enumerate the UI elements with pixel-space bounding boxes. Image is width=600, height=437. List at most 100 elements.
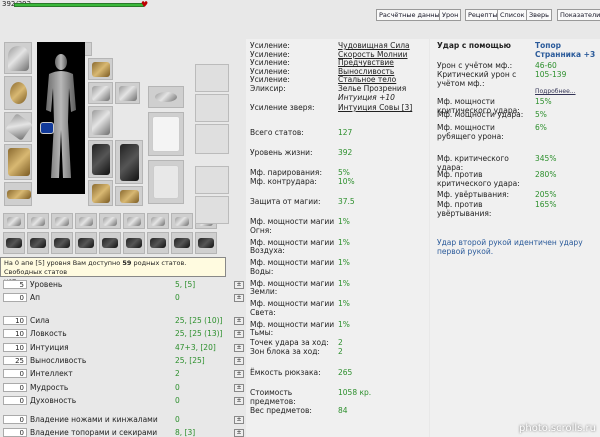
- stat-value: 5, [5]: [175, 280, 196, 289]
- rune-slot-3[interactable]: [75, 213, 97, 229]
- rune-slot-0[interactable]: [3, 213, 25, 229]
- plus-minus-button[interactable]: ±: [234, 383, 244, 392]
- weapon-slot[interactable]: [4, 112, 33, 142]
- magic-element-label: Воды:: [250, 266, 274, 276]
- pocket-slot-3[interactable]: [75, 232, 97, 254]
- more-link[interactable]: Подробнее...: [535, 87, 576, 96]
- rune-slot-7[interactable]: [171, 213, 193, 229]
- magic-element-label: Тьмы:: [250, 328, 274, 337]
- stat-value: 8, [3]: [175, 428, 196, 437]
- rune-slot-6[interactable]: [147, 213, 169, 229]
- pocket-icon: [30, 238, 46, 248]
- block-value: 2: [338, 347, 343, 356]
- rune-slot-5[interactable]: [123, 213, 145, 229]
- pocket-slot-7[interactable]: [171, 232, 193, 254]
- hit-points-value: 2: [338, 338, 343, 347]
- rune-icon: [79, 217, 93, 226]
- offhand-slot[interactable]: [88, 106, 113, 138]
- necklace-slot[interactable]: [4, 76, 32, 110]
- magic-element-label: Воздуха:: [250, 246, 285, 255]
- stat-input[interactable]: 0: [3, 428, 27, 437]
- beast-claw-icon[interactable]: [195, 124, 229, 154]
- pocket-slot-2[interactable]: [51, 232, 73, 254]
- rune-icon: [127, 217, 141, 226]
- pocket-slot-1[interactable]: [27, 232, 49, 254]
- bracelet-slot[interactable]: [148, 86, 184, 108]
- magic-power-value: 1%: [338, 319, 350, 329]
- pocket-icon: [150, 238, 166, 248]
- pocket-slot-0[interactable]: [3, 232, 25, 254]
- mf2-value: 345%: [535, 154, 557, 163]
- plus-minus-button[interactable]: ±: [234, 396, 244, 405]
- stat-input[interactable]: 10: [3, 329, 27, 339]
- ring-icon: [119, 86, 137, 101]
- gloves-slot[interactable]: [88, 58, 113, 80]
- rune-icon: [55, 217, 69, 226]
- pocket-slot-4[interactable]: [99, 232, 121, 254]
- beast-figure-icon[interactable]: [195, 94, 229, 122]
- boots-slot[interactable]: [88, 180, 113, 206]
- stat-input[interactable]: 25: [3, 355, 27, 365]
- tab-t4[interactable]: Список: [497, 9, 528, 21]
- belt-slot[interactable]: [4, 182, 32, 206]
- stat-value: 25, [25 (13)]: [175, 329, 223, 339]
- tab-t1[interactable]: Расчётные данные: [376, 9, 447, 21]
- helmet-slot[interactable]: [4, 42, 32, 74]
- stat-input[interactable]: 0: [3, 415, 27, 424]
- stat-label: Мудрость: [30, 382, 69, 392]
- bracer-slot[interactable]: [88, 82, 113, 104]
- stat-label: Уровень: [30, 280, 63, 289]
- stat-input[interactable]: 10: [3, 342, 27, 352]
- attack-heading: Удар с помощью: [437, 41, 511, 50]
- figure-icon-1[interactable]: [195, 166, 229, 194]
- shirt-slot[interactable]: [148, 112, 184, 156]
- plus-minus-button[interactable]: ±: [234, 343, 244, 352]
- damage-value: 46-60: [535, 61, 557, 70]
- tab-t3[interactable]: Рецепты: [465, 9, 501, 21]
- hp-bar: [14, 3, 144, 7]
- life-value: 392: [338, 148, 353, 157]
- plus-minus-button[interactable]: ±: [234, 370, 244, 379]
- plus-minus-button[interactable]: ±: [234, 317, 244, 325]
- plus-minus-button[interactable]: ±: [234, 416, 244, 424]
- rune-slot-4[interactable]: [99, 213, 121, 229]
- stat-row: 25 Выносливость 25, [25] ±: [0, 355, 245, 366]
- tab-t6[interactable]: Показатели: [557, 9, 600, 21]
- stat-input[interactable]: 0: [3, 395, 27, 405]
- pocket-slot-6[interactable]: [147, 232, 169, 254]
- mf2-label-1: Мф. увёртывания:: [437, 190, 510, 199]
- plus-minus-button[interactable]: ±: [234, 294, 244, 302]
- elixir-effect: Интуиция +10: [338, 92, 395, 102]
- stat-input[interactable]: 10: [3, 316, 27, 325]
- stat-label: Владение топорами и секирами: [30, 428, 158, 437]
- glove-slot-2[interactable]: [148, 160, 184, 204]
- rune-slot-2[interactable]: [51, 213, 73, 229]
- stat-input[interactable]: 0: [3, 293, 27, 302]
- block-label: Зон блока за ход:: [250, 347, 320, 356]
- pocket-slot-5[interactable]: [123, 232, 145, 254]
- rune-slot-1[interactable]: [27, 213, 49, 229]
- armor-slot[interactable]: [4, 144, 32, 180]
- stat-row: 10 Ловкость 25, [25 (13)] ±: [0, 328, 245, 339]
- stat-row: 0 Интеллект 2 ±: [0, 368, 245, 379]
- stat-input[interactable]: 0: [3, 369, 27, 379]
- figure-icon-2[interactable]: [195, 196, 229, 224]
- plus-minus-button[interactable]: ±: [234, 356, 244, 365]
- pocket-slot-8[interactable]: [195, 232, 217, 254]
- plus-minus-button[interactable]: ±: [234, 330, 244, 339]
- plus-minus-button[interactable]: ±: [234, 281, 244, 289]
- legs-slot[interactable]: [115, 140, 143, 184]
- tab-t2[interactable]: Урон: [439, 9, 462, 21]
- amulet-icon: [10, 82, 27, 104]
- beast-link[interactable]: Интуиция Совы [3]: [338, 103, 412, 112]
- shield-slot[interactable]: [115, 82, 140, 104]
- tab-t5[interactable]: Зверь: [526, 9, 552, 21]
- stat-input[interactable]: 0: [3, 382, 27, 392]
- plus-minus-button[interactable]: ±: [234, 429, 244, 437]
- pocket-icon: [102, 238, 118, 248]
- stat-tooltip: На 0 апе [5] уровня Вам доступно 59 родн…: [0, 257, 226, 285]
- cloak-slot[interactable]: [88, 140, 113, 178]
- boots-slot-2[interactable]: [115, 186, 143, 206]
- potion-icon[interactable]: [195, 64, 229, 92]
- stat-input[interactable]: 5: [3, 280, 27, 289]
